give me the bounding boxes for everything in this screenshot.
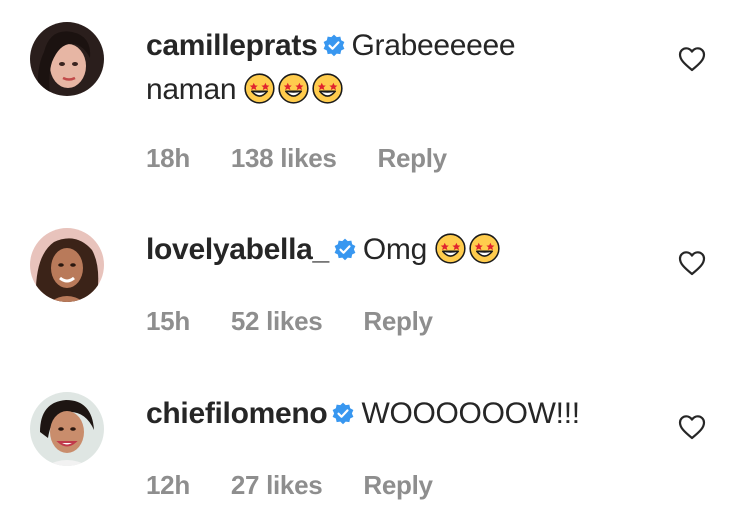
comment-username[interactable]: chiefilomeno bbox=[146, 397, 328, 430]
avatar[interactable] bbox=[30, 392, 104, 466]
comment-item: chiefilomeno WOOOOOOW!!! 12h 27 likes Rep… bbox=[0, 0, 750, 523]
reply-button[interactable]: Reply bbox=[363, 470, 433, 500]
comment-meta: 12h 27 likes Reply bbox=[146, 470, 467, 501]
comment-text: WOOOOOOW!!! bbox=[361, 397, 580, 430]
comment-likes[interactable]: 27 likes bbox=[231, 470, 323, 500]
comment-body: chiefilomeno WOOOOOOW!!! bbox=[146, 392, 646, 436]
comment-time: 12h bbox=[146, 470, 190, 500]
heart-outline-icon[interactable] bbox=[678, 414, 706, 440]
avatar-image bbox=[30, 392, 104, 466]
verified-badge-icon bbox=[331, 402, 355, 426]
